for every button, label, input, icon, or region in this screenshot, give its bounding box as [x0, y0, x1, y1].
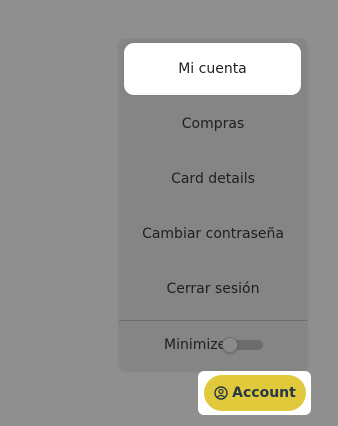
menu-item-label: Cerrar sesión — [166, 281, 260, 297]
menu-item-label: Compras — [181, 116, 245, 132]
account-button[interactable]: Account — [204, 375, 306, 411]
menu-item-label: Cambiar contraseña — [142, 226, 284, 242]
minimize-row: Minimize — [119, 328, 307, 362]
menu-item-cambiar-contrasena[interactable]: Cambiar contraseña — [119, 208, 307, 260]
user-menu-dropdown: Mi cuenta Compras Card details Cambiar c… — [119, 39, 307, 370]
account-button-label: Account — [232, 385, 296, 401]
menu-item-label: Card details — [171, 171, 255, 187]
menu-item-mi-cuenta[interactable]: Mi cuenta — [124, 43, 301, 95]
menu-item-compras[interactable]: Compras — [119, 98, 307, 150]
menu-item-cerrar-sesion[interactable]: Cerrar sesión — [119, 263, 307, 315]
minimize-label: Minimize — [164, 337, 227, 353]
toggle-knob — [222, 337, 238, 353]
menu-item-card-details[interactable]: Card details — [119, 153, 307, 205]
user-circle-icon — [214, 386, 228, 400]
minimize-toggle[interactable] — [222, 337, 264, 353]
menu-divider — [119, 320, 307, 321]
menu-item-label: Mi cuenta — [178, 61, 247, 77]
account-button-container: Account — [198, 371, 311, 415]
